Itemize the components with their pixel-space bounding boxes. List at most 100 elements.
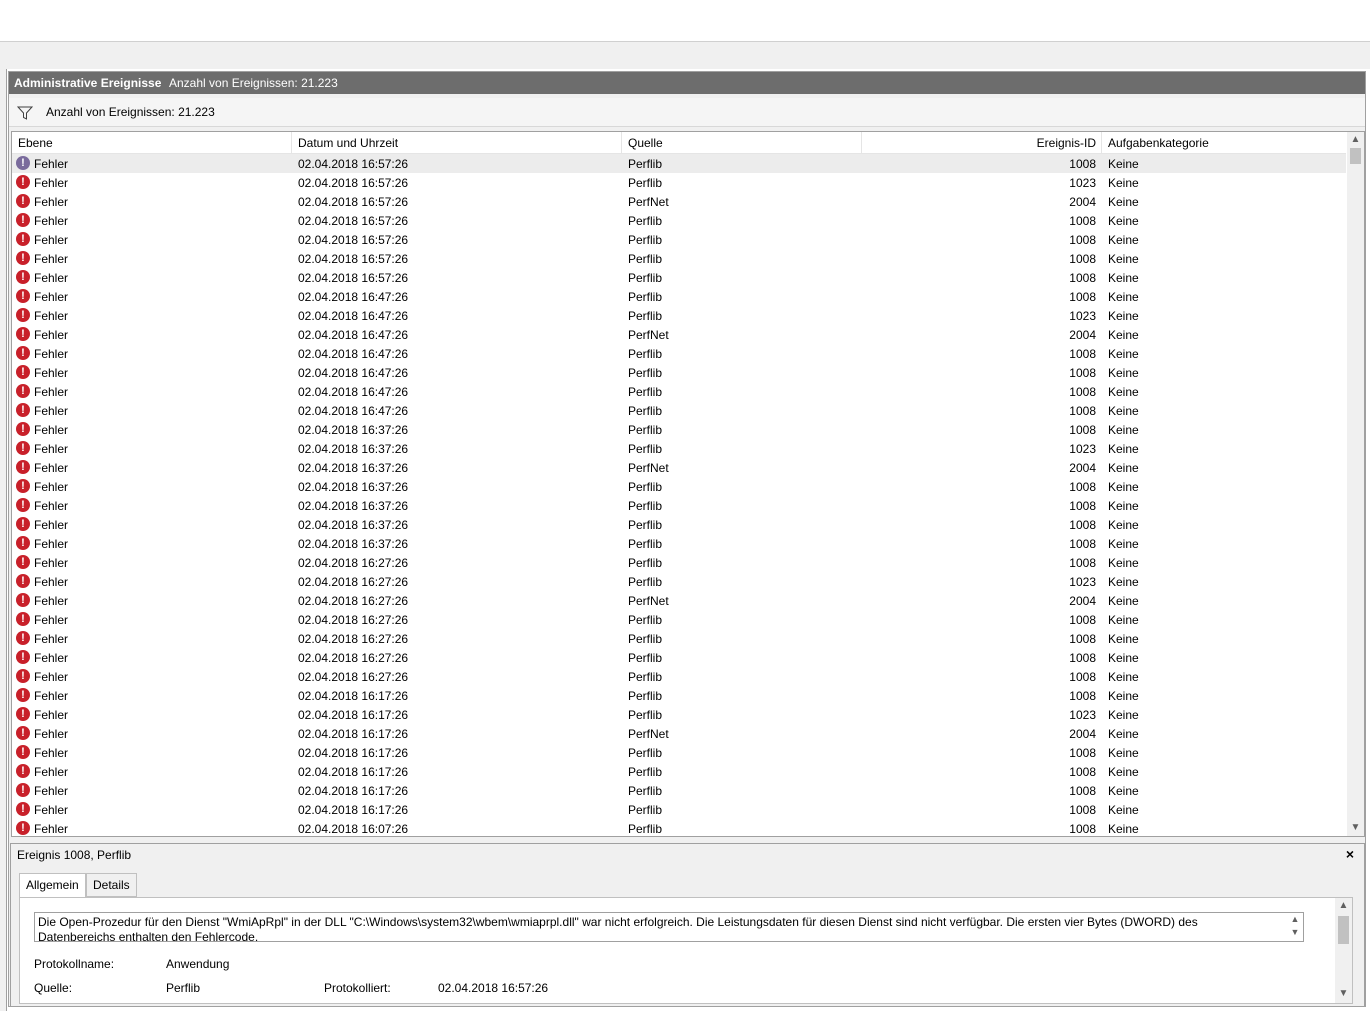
- table-row[interactable]: ! Fehler 02.04.2018 16:57:26 Perflib 1023 Kei…: [12, 173, 1346, 192]
- table-row[interactable]: ! Fehler 02.04.2018 16:17:26 Perflib 1008 Kei…: [12, 686, 1346, 705]
- cell-category: Keine: [1108, 499, 1139, 513]
- cell-event-id: 1008: [1069, 423, 1096, 437]
- table-scrollbar[interactable]: ▲ ▼: [1347, 132, 1364, 836]
- cell-date: 02.04.2018 16:17:26: [298, 746, 409, 760]
- table-row[interactable]: ! Fehler 02.04.2018 16:27:26 Perflib 1008 Kei…: [12, 629, 1346, 648]
- table-row[interactable]: ! Fehler 02.04.2018 16:47:26 Perflib 1023 Kei…: [12, 306, 1346, 325]
- cell-event-id: 1023: [1069, 309, 1096, 323]
- table-row[interactable]: ! Fehler 02.04.2018 16:17:26 Perflib 1008 Kei…: [12, 800, 1346, 819]
- table-header: Ebene Datum und Uhrzeit Quelle Ereignis-…: [12, 132, 1346, 154]
- detail-scrollbar[interactable]: ▲ ▼: [1335, 898, 1352, 1003]
- cell-category: Keine: [1108, 651, 1139, 665]
- cell-level: Fehler: [34, 176, 69, 190]
- cell-level: Fehler: [34, 499, 69, 513]
- panel-event-count: Anzahl von Ereignissen: 21.223: [169, 76, 338, 90]
- detail-title: Ereignis 1008, Perflib: [17, 848, 132, 862]
- table-row[interactable]: ! Fehler 02.04.2018 16:47:26 Perflib 1008 Kei…: [12, 363, 1346, 382]
- cell-date: 02.04.2018 16:27:26: [298, 613, 409, 627]
- cell-level: Fehler: [34, 803, 69, 817]
- table-row[interactable]: ! Fehler 02.04.2018 16:47:26 PerfNet 2004 Kei…: [12, 325, 1346, 344]
- table-row[interactable]: ! Fehler 02.04.2018 16:57:26 Perflib 1008 Kei…: [12, 230, 1346, 249]
- column-header-event-id[interactable]: Ereignis-ID: [998, 136, 1096, 150]
- column-divider[interactable]: [621, 132, 622, 153]
- tab-general[interactable]: Allgemein: [19, 873, 86, 898]
- column-divider[interactable]: [861, 132, 862, 153]
- table-row[interactable]: ! Fehler 02.04.2018 16:27:26 Perflib 1023 Kei…: [12, 572, 1346, 591]
- table-row[interactable]: ! Fehler 02.04.2018 16:47:26 Perflib 1008 Kei…: [12, 287, 1346, 306]
- table-row[interactable]: ! Fehler 02.04.2018 16:27:26 PerfNet 2004 Kei…: [12, 591, 1346, 610]
- cell-date: 02.04.2018 16:57:26: [298, 195, 409, 209]
- cell-source: Perflib: [628, 613, 663, 627]
- table-row[interactable]: ! Fehler 02.04.2018 16:57:26 Perflib 1008 Kei…: [12, 249, 1346, 268]
- scroll-thumb[interactable]: [1338, 916, 1349, 944]
- column-header-category[interactable]: Aufgabenkategorie: [1108, 136, 1209, 150]
- table-row[interactable]: ! Fehler 02.04.2018 16:37:26 Perflib 1008 Kei…: [12, 496, 1346, 515]
- error-icon: !: [16, 612, 30, 626]
- close-icon[interactable]: ×: [1346, 846, 1354, 862]
- event-message-box[interactable]: Die Open-Prozedur für den Dienst "WmiApR…: [34, 912, 1304, 942]
- table-row[interactable]: ! Fehler 02.04.2018 16:57:26 Perflib 1008 Kei…: [12, 211, 1346, 230]
- cell-level: Fehler: [34, 518, 69, 532]
- table-row[interactable]: ! Fehler 02.04.2018 16:37:26 Perflib 1008 Kei…: [12, 420, 1346, 439]
- table-row[interactable]: ! Fehler 02.04.2018 16:47:26 Perflib 1008 Kei…: [12, 401, 1346, 420]
- scroll-down-icon[interactable]: ▼: [1335, 986, 1352, 1002]
- column-divider[interactable]: [291, 132, 292, 153]
- scroll-up-icon[interactable]: ▲: [1335, 898, 1352, 914]
- cell-category: Keine: [1108, 328, 1139, 342]
- cell-event-id: 1008: [1069, 290, 1096, 304]
- cell-category: Keine: [1108, 461, 1139, 475]
- cell-event-id: 1008: [1069, 556, 1096, 570]
- cell-event-id: 1008: [1069, 651, 1096, 665]
- cell-event-id: 1008: [1069, 670, 1096, 684]
- scroll-up-icon[interactable]: ▲: [1347, 132, 1364, 148]
- column-header-level[interactable]: Ebene: [18, 136, 53, 150]
- cell-date: 02.04.2018 16:37:26: [298, 461, 409, 475]
- table-rows: ! Fehler 02.04.2018 16:57:26 Perflib 1008 Kei…: [12, 154, 1346, 836]
- logged-label: Protokolliert:: [324, 981, 391, 995]
- scroll-down-icon[interactable]: ▼: [1347, 820, 1364, 836]
- table-row[interactable]: ! Fehler 02.04.2018 16:07:26 Perflib 1008 Kei…: [12, 819, 1346, 836]
- cell-category: Keine: [1108, 784, 1139, 798]
- table-row[interactable]: ! Fehler 02.04.2018 16:57:26 Perflib 1008 Kei…: [12, 268, 1346, 287]
- column-header-date[interactable]: Datum und Uhrzeit: [298, 136, 398, 150]
- table-row[interactable]: ! Fehler 02.04.2018 16:37:26 Perflib 1008 Kei…: [12, 477, 1346, 496]
- table-row[interactable]: ! Fehler 02.04.2018 16:37:26 Perflib 1023 Kei…: [12, 439, 1346, 458]
- column-divider[interactable]: [1101, 132, 1102, 153]
- cell-date: 02.04.2018 16:17:26: [298, 727, 409, 741]
- table-row[interactable]: ! Fehler 02.04.2018 16:57:26 PerfNet 2004 Kei…: [12, 192, 1346, 211]
- cell-level: Fehler: [34, 746, 69, 760]
- message-scroll-icon[interactable]: ▲ ▼: [1287, 913, 1303, 941]
- left-pane-edge[interactable]: [0, 69, 7, 1011]
- error-icon: !: [16, 726, 30, 740]
- top-area: [0, 0, 1370, 42]
- table-row[interactable]: ! Fehler 02.04.2018 16:17:26 PerfNet 2004 Kei…: [12, 724, 1346, 743]
- table-row[interactable]: ! Fehler 02.04.2018 16:27:26 Perflib 1008 Kei…: [12, 667, 1346, 686]
- table-row[interactable]: ! Fehler 02.04.2018 16:27:26 Perflib 1008 Kei…: [12, 610, 1346, 629]
- table-row[interactable]: ! Fehler 02.04.2018 16:47:26 Perflib 1008 Kei…: [12, 382, 1346, 401]
- cell-date: 02.04.2018 16:27:26: [298, 575, 409, 589]
- table-row[interactable]: ! Fehler 02.04.2018 16:17:26 Perflib 1008 Kei…: [12, 781, 1346, 800]
- table-row[interactable]: ! Fehler 02.04.2018 16:17:26 Perflib 1008 Kei…: [12, 743, 1346, 762]
- table-row[interactable]: ! Fehler 02.04.2018 16:27:26 Perflib 1008 Kei…: [12, 553, 1346, 572]
- table-row[interactable]: ! Fehler 02.04.2018 16:37:26 PerfNet 2004 Kei…: [12, 458, 1346, 477]
- table-row[interactable]: ! Fehler 02.04.2018 16:27:26 Perflib 1008 Kei…: [12, 648, 1346, 667]
- error-icon: !: [16, 232, 30, 246]
- cell-source: Perflib: [628, 442, 663, 456]
- table-row[interactable]: ! Fehler 02.04.2018 16:37:26 Perflib 1008 Kei…: [12, 515, 1346, 534]
- cell-category: Keine: [1108, 442, 1139, 456]
- table-row[interactable]: ! Fehler 02.04.2018 16:17:26 Perflib 1023 Kei…: [12, 705, 1346, 724]
- scroll-thumb[interactable]: [1350, 148, 1361, 164]
- cell-source: Perflib: [628, 556, 663, 570]
- error-icon: !: [16, 308, 30, 322]
- cell-source: Perflib: [628, 518, 663, 532]
- cell-category: Keine: [1108, 404, 1139, 418]
- table-row[interactable]: ! Fehler 02.04.2018 16:47:26 Perflib 1008 Kei…: [12, 344, 1346, 363]
- column-header-source[interactable]: Quelle: [628, 136, 663, 150]
- error-icon: !: [16, 156, 30, 170]
- cell-level: Fehler: [34, 157, 69, 171]
- table-row[interactable]: ! Fehler 02.04.2018 16:57:26 Perflib 1008 Kei…: [12, 154, 1346, 173]
- table-row[interactable]: ! Fehler 02.04.2018 16:37:26 Perflib 1008 Kei…: [12, 534, 1346, 553]
- tab-details[interactable]: Details: [86, 873, 137, 897]
- table-row[interactable]: ! Fehler 02.04.2018 16:17:26 Perflib 1008 Kei…: [12, 762, 1346, 781]
- error-icon: !: [16, 498, 30, 512]
